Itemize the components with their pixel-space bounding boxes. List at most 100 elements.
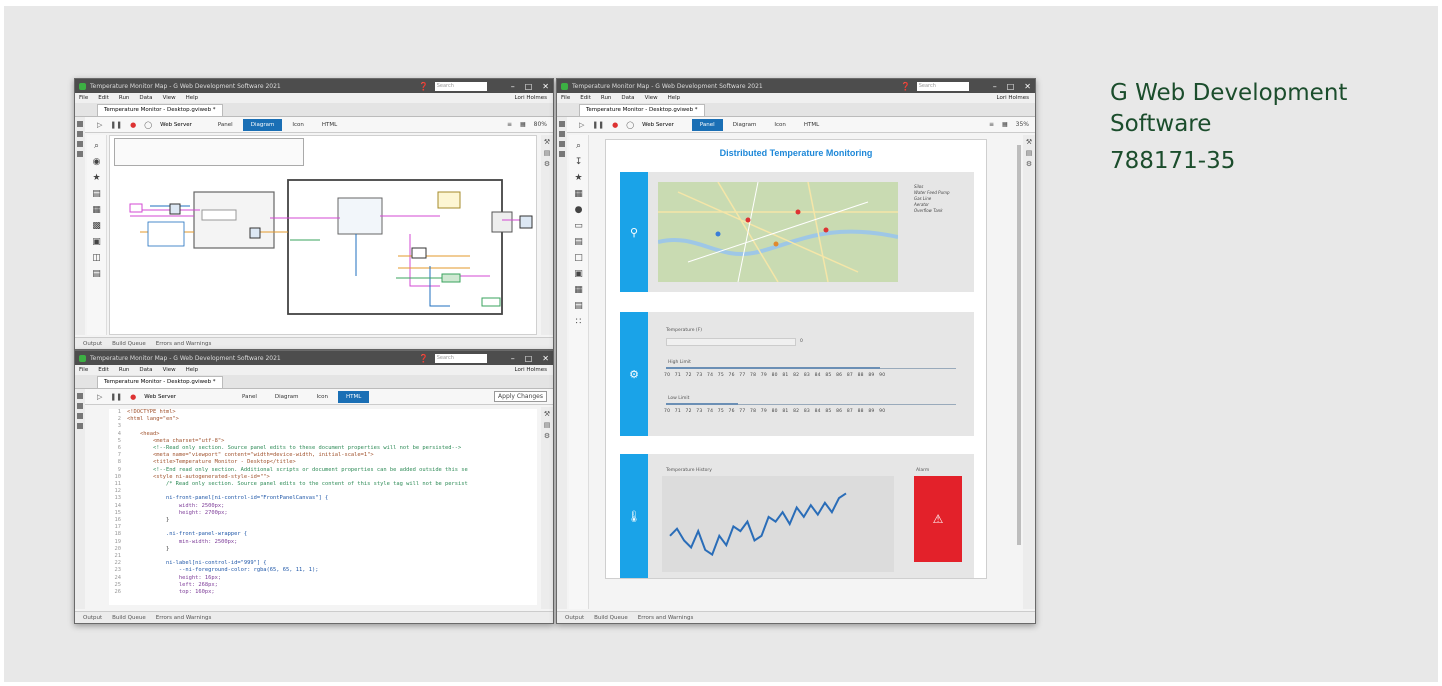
container-icon[interactable]: □ (569, 253, 588, 263)
help-icon[interactable]: ❓ (419, 82, 429, 91)
abort-icon[interactable]: ● (612, 121, 618, 129)
abort-icon[interactable]: ● (130, 121, 136, 129)
search-icon[interactable]: ⌕ (87, 141, 106, 151)
tab-diagram[interactable]: Diagram (242, 118, 283, 131)
menu-view[interactable]: View (163, 367, 176, 373)
structures-icon[interactable]: ◉ (87, 157, 106, 167)
menu-help[interactable]: Help (668, 95, 681, 101)
menu-data[interactable]: Data (621, 95, 634, 101)
status-build-queue[interactable]: Build Queue (112, 615, 146, 621)
status-output[interactable]: Output (83, 615, 102, 621)
layout-icon[interactable]: ▤ (569, 301, 588, 311)
file-icon[interactable]: ▤ (87, 189, 106, 199)
minimize-icon[interactable]: – (511, 82, 515, 91)
tab-icon[interactable]: Icon (284, 119, 312, 131)
maximize-icon[interactable]: □ (525, 82, 533, 91)
user-menu[interactable]: Lori Holmes (514, 367, 547, 373)
pause-icon[interactable]: ❚❚ (110, 393, 122, 401)
status-build-queue[interactable]: Build Queue (594, 615, 628, 621)
properties-icon[interactable]: ⚙ (541, 160, 553, 168)
run-icon[interactable]: ▷ (97, 393, 102, 401)
close-icon[interactable]: ✕ (542, 82, 549, 91)
run-icon[interactable]: ▷ (97, 121, 102, 129)
maximize-icon[interactable]: □ (525, 354, 533, 363)
list-icon[interactable]: ▤ (87, 269, 106, 279)
search-input[interactable]: Search (434, 353, 487, 363)
minimize-icon[interactable]: – (511, 354, 515, 363)
document-tab[interactable]: Temperature Monitor - Desktop.gviweb * (579, 104, 705, 116)
menu-edit[interactable]: Edit (98, 367, 109, 373)
wrench-icon[interactable]: ⚒ (1023, 138, 1035, 146)
tab-html[interactable]: HTML (796, 119, 827, 131)
document-tab[interactable]: Temperature Monitor - Desktop.gviweb * (97, 376, 223, 388)
wrench-icon[interactable]: ⚒ (541, 410, 553, 418)
tab-panel[interactable]: Panel (234, 391, 265, 403)
menu-view[interactable]: View (163, 95, 176, 101)
apply-changes-button[interactable]: Apply Changes (494, 391, 547, 402)
status-errors[interactable]: Errors and Warnings (638, 615, 694, 621)
tab-panel[interactable]: Panel (691, 118, 723, 131)
menu-edit[interactable]: Edit (98, 95, 109, 101)
user-menu[interactable]: Lori Holmes (514, 95, 547, 101)
array-icon[interactable]: ▣ (87, 237, 106, 247)
search-icon[interactable]: ⌕ (569, 141, 588, 151)
properties-icon[interactable]: ⚙ (541, 432, 553, 440)
distribute-icon[interactable]: ▦ (1002, 121, 1008, 128)
minimize-icon[interactable]: – (993, 82, 997, 91)
menu-help[interactable]: Help (186, 95, 199, 101)
document-icon[interactable]: ▤ (1023, 149, 1035, 157)
menu-view[interactable]: View (645, 95, 658, 101)
tab-html[interactable]: HTML (337, 390, 370, 403)
string-icon[interactable]: ▭ (569, 221, 588, 231)
distribute-icon[interactable]: ▦ (520, 121, 526, 128)
pause-icon[interactable]: ❚❚ (110, 121, 122, 129)
zoom-select[interactable]: 35% (1016, 121, 1029, 128)
status-output[interactable]: Output (83, 341, 102, 347)
properties-icon[interactable]: ⚙ (1023, 160, 1035, 168)
tab-icon[interactable]: Icon (766, 119, 794, 131)
menu-help[interactable]: Help (186, 367, 199, 373)
target-select[interactable]: Web Server (144, 394, 176, 400)
document-icon[interactable]: ▤ (541, 149, 553, 157)
target-select[interactable]: Web Server (160, 122, 192, 128)
align-icon[interactable]: ≡ (989, 121, 994, 128)
menu-edit[interactable]: Edit (580, 95, 591, 101)
menu-file[interactable]: File (561, 95, 570, 101)
close-icon[interactable]: ✕ (1024, 82, 1031, 91)
close-icon[interactable]: ✕ (542, 354, 549, 363)
highlight-icon[interactable]: ◯ (144, 121, 152, 129)
wrench-icon[interactable]: ⚒ (541, 138, 553, 146)
help-icon[interactable]: ❓ (901, 82, 911, 91)
status-errors[interactable]: Errors and Warnings (156, 615, 212, 621)
search-input[interactable]: Search (434, 81, 487, 91)
menu-data[interactable]: Data (139, 95, 152, 101)
html-editor[interactable]: 1 <!DOCTYPE html> 2 <html lang="en"> 3 4 <hea… (109, 409, 537, 605)
maximize-icon[interactable]: □ (1007, 82, 1015, 91)
status-errors[interactable]: Errors and Warnings (156, 341, 212, 347)
abort-icon[interactable]: ● (130, 393, 136, 401)
zoom-select[interactable]: 80% (534, 121, 547, 128)
tab-html[interactable]: HTML (314, 119, 345, 131)
tab-panel[interactable]: Panel (210, 119, 241, 131)
boolean-icon[interactable]: ● (569, 205, 588, 215)
align-icon[interactable]: ≡ (507, 121, 512, 128)
grid-icon[interactable]: ▩ (87, 221, 106, 231)
data-icon[interactable]: ▦ (87, 205, 106, 215)
highlight-icon[interactable]: ◯ (626, 121, 634, 129)
numeric-icon[interactable]: ▦ (569, 189, 588, 199)
favorites-icon[interactable]: ★ (569, 173, 588, 183)
menu-file[interactable]: File (79, 367, 88, 373)
help-icon[interactable]: ❓ (419, 354, 429, 363)
graph-icon[interactable]: ▤ (569, 237, 588, 247)
tab-diagram[interactable]: Diagram (725, 119, 765, 131)
document-tab[interactable]: Temperature Monitor - Desktop.gviweb * (97, 104, 223, 116)
more-icon[interactable]: ∷ (569, 317, 588, 327)
cluster-icon[interactable]: ◫ (87, 253, 106, 263)
document-icon[interactable]: ▤ (541, 421, 553, 429)
menu-run[interactable]: Run (601, 95, 612, 101)
map-view[interactable] (658, 182, 898, 282)
menu-data[interactable]: Data (139, 367, 152, 373)
diagram-canvas[interactable]: ​ (109, 135, 537, 335)
tab-diagram[interactable]: Diagram (267, 391, 307, 403)
status-output[interactable]: Output (565, 615, 584, 621)
